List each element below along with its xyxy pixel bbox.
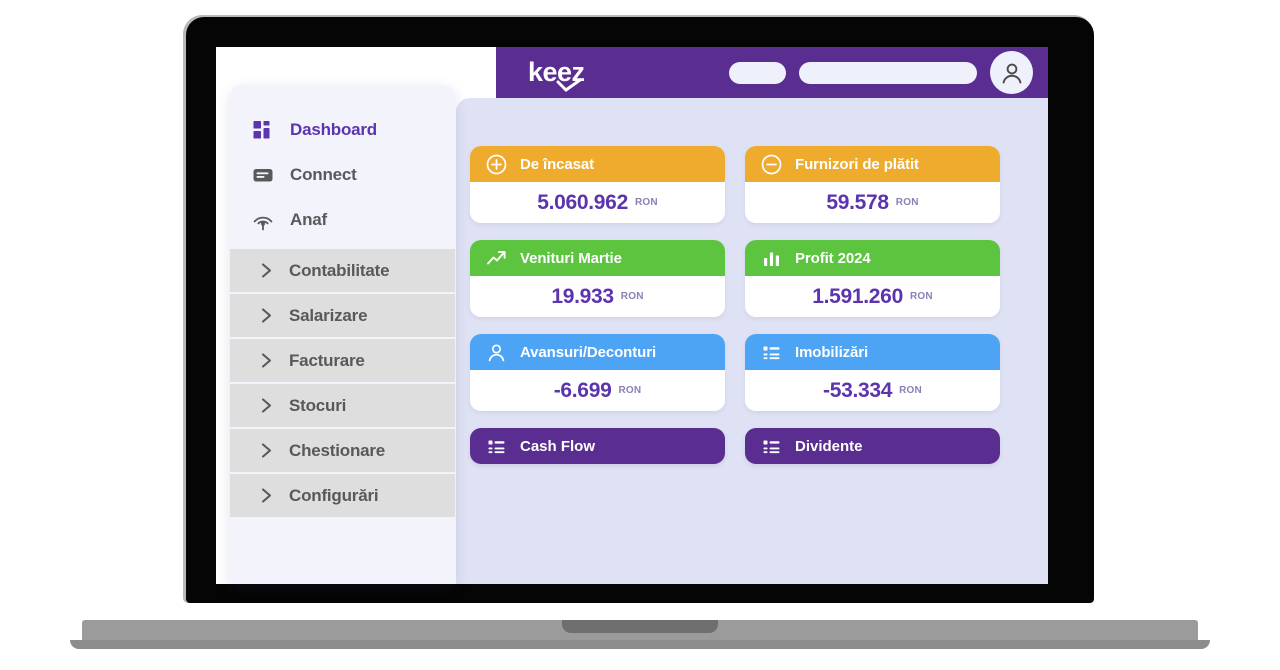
card-value: 59.578 [826,190,889,214]
card-value: -6.699 [553,378,612,402]
user-icon [1002,63,1021,83]
chevron-right-icon [258,397,275,414]
card-value: 1.591.260 [812,284,903,308]
sidebar-group-stocuri[interactable]: Stocuri [230,384,455,429]
card-currency: RON [899,385,922,396]
sidebar-group-contabilitate[interactable]: Contabilitate [230,249,455,294]
message-card-icon [252,164,274,186]
sidebar-group-label: Chestionare [289,440,386,460]
card-title: Avansuri/Deconturi [520,343,657,361]
plus-circle-icon [486,154,507,175]
header-pill-large[interactable] [799,61,977,84]
card-currency: RON [909,291,933,302]
card-value: 5.060.962 [537,190,628,214]
card-body: 59.578 RON [745,182,1000,223]
metric-card-de-incasat[interactable]: De încasat 5.060.962 RON [470,146,725,223]
sidebar-group-label: Configurări [289,485,379,505]
chevron-right-icon [258,307,275,324]
metric-card-profit-2024[interactable]: Profit 2024 1.591.260 RON [745,240,1000,317]
card-body: -53.334 RON [745,370,1000,411]
metric-card-imobilizari[interactable]: Imobilizări -53.334 RON [745,334,1000,411]
card-value: -53.334 [823,378,893,402]
sidebar-group-chestionare[interactable]: Chestionare [230,429,455,474]
user-icon [486,342,507,363]
list-icon [761,436,782,457]
card-currency: RON [620,291,644,302]
card-body: 19.933 RON [470,276,725,317]
sidebar-item-anaf[interactable]: Anaf [230,197,455,242]
action-title: Cash Flow [520,437,596,455]
chevron-right-icon [258,487,275,504]
sidebar-group-label: Facturare [289,350,365,370]
sidebar-item-dashboard[interactable]: Dashboard [230,107,455,152]
sidebar-group-label: Stocuri [289,395,347,415]
metric-card-furnizori-de-platit[interactable]: Furnizori de plătit 59.578 RON [745,146,1000,223]
sidebar-group-label: Salarizare [289,305,368,325]
card-header: Profit 2024 [745,240,1000,276]
brand-check-icon [556,79,582,92]
sidebar-group-facturare[interactable]: Facturare [230,339,455,384]
action-card-dividente[interactable]: Dividente [745,428,1000,464]
trending-up-icon [486,248,507,269]
sidebar-item-label: Anaf [290,209,327,229]
sidebar-group-configurari[interactable]: Configurări [230,474,455,519]
chevron-right-icon [258,352,275,369]
chevron-right-icon [258,262,275,279]
card-title: De încasat [520,155,595,173]
laptop-base-shadow [70,640,1210,649]
card-currency: RON [895,197,919,208]
card-title: Venituri Martie [520,249,622,267]
card-header: Avansuri/Deconturi [470,334,725,370]
brand-logo[interactable]: keez [528,59,585,92]
sidebar-groups: Contabilitate Salarizare Facturare Stocu… [230,249,455,519]
card-currency: RON [618,385,642,396]
laptop-mockup: keez De încasat 5.060.962 RON Furnizori … [0,0,1280,670]
card-title: Profit 2024 [795,249,871,267]
grid-icon [252,119,274,141]
card-body: 5.060.962 RON [470,182,725,223]
card-value: 19.933 [551,284,614,308]
action-card-cash-flow[interactable]: Cash Flow [470,428,725,464]
card-body: -6.699 RON [470,370,725,411]
card-title: Imobilizări [795,343,869,361]
card-title: Furnizori de plătit [795,155,919,173]
list-icon [486,436,507,457]
sidebar-group-label: Contabilitate [289,260,390,280]
action-title: Dividente [795,437,863,455]
header-pill-small[interactable] [729,61,786,84]
sidebar-group-salarizare[interactable]: Salarizare [230,294,455,339]
sidebar: Dashboard Connect Anaf Contabilitate Sal… [230,85,455,584]
card-currency: RON [634,197,658,208]
laptop-base-notch [562,620,718,633]
minus-circle-icon [761,154,782,175]
chevron-right-icon [258,442,275,459]
card-body: 1.591.260 RON [745,276,1000,317]
bar-chart-icon [761,248,782,269]
card-header: Furnizori de plătit [745,146,1000,182]
sidebar-item-connect[interactable]: Connect [230,152,455,197]
card-header: De încasat [470,146,725,182]
card-header: Venituri Martie [470,240,725,276]
sidebar-item-label: Connect [290,164,357,184]
avatar[interactable] [990,51,1033,94]
signal-icon [252,209,274,231]
metric-card-venituri-martie[interactable]: Venituri Martie 19.933 RON [470,240,725,317]
metric-card-avansuri-deconturi[interactable]: Avansuri/Deconturi -6.699 RON [470,334,725,411]
card-header: Imobilizări [745,334,1000,370]
app-header: keez [496,47,1048,98]
sidebar-item-label: Dashboard [290,119,377,139]
header-actions [729,51,1033,94]
list-icon [761,342,782,363]
dashboard-cards-grid: De încasat 5.060.962 RON Furnizori de pl… [470,146,1000,464]
